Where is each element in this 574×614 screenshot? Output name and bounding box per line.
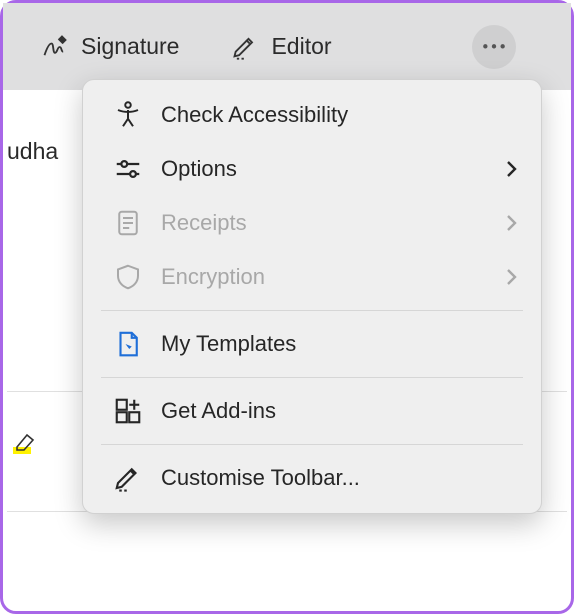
options-icon [113, 154, 143, 184]
menu-item-options[interactable]: Options [83, 142, 541, 196]
overflow-menu: Check Accessibility Options Receipts [82, 79, 542, 514]
chevron-right-icon [503, 160, 521, 178]
menu-item-encryption: Encryption [83, 250, 541, 304]
accessibility-icon [113, 100, 143, 130]
menu-item-my-templates[interactable]: My Templates [83, 317, 541, 371]
chevron-right-icon [503, 268, 521, 286]
menu-separator [101, 310, 523, 311]
pencil-icon [113, 463, 143, 493]
background-text-fragment: udha [7, 138, 58, 165]
menu-item-label: My Templates [161, 331, 521, 357]
menu-item-label: Options [161, 156, 485, 182]
shield-icon [113, 262, 143, 292]
menu-item-label: Get Add-ins [161, 398, 521, 424]
menu-item-label: Encryption [161, 264, 485, 290]
menu-separator [101, 444, 523, 445]
receipt-icon [113, 208, 143, 238]
ribbon-toolbar: Signature Editor [3, 3, 571, 90]
menu-separator [101, 377, 523, 378]
signature-label: Signature [81, 33, 179, 60]
highlight-icon[interactable] [11, 432, 41, 456]
templates-icon [113, 329, 143, 359]
signature-button[interactable]: Signature [41, 33, 179, 61]
editor-button[interactable]: Editor [231, 33, 331, 61]
signature-icon [41, 33, 69, 61]
ellipsis-icon [481, 42, 507, 51]
menu-item-get-addins[interactable]: Get Add-ins [83, 384, 541, 438]
editor-label: Editor [271, 33, 331, 60]
menu-item-label: Check Accessibility [161, 102, 521, 128]
menu-item-label: Customise Toolbar... [161, 465, 521, 491]
menu-item-receipts: Receipts [83, 196, 541, 250]
menu-item-customise-toolbar[interactable]: Customise Toolbar... [83, 451, 541, 505]
menu-item-label: Receipts [161, 210, 485, 236]
chevron-right-icon [503, 214, 521, 232]
addins-icon [113, 396, 143, 426]
more-button[interactable] [472, 25, 516, 69]
menu-item-check-accessibility[interactable]: Check Accessibility [83, 88, 541, 142]
editor-icon [231, 33, 259, 61]
